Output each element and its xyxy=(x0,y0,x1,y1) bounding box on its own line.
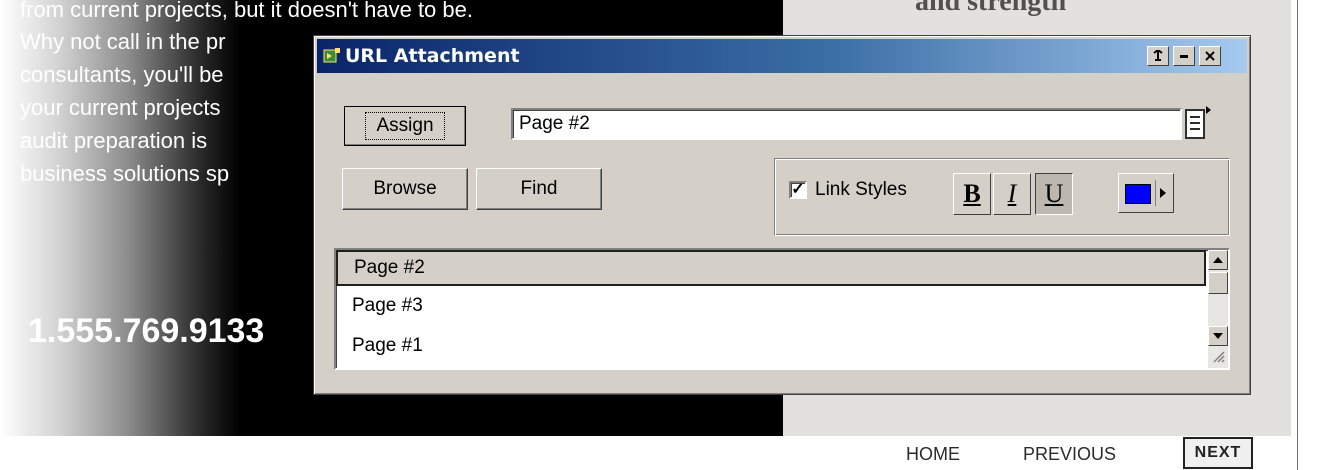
nav-previous-link[interactable]: PREVIOUS xyxy=(1023,444,1116,465)
minimize-button[interactable] xyxy=(1173,46,1195,66)
close-icon xyxy=(1205,51,1215,61)
list-item[interactable]: Page #2 xyxy=(336,250,1206,286)
triangle-right-icon xyxy=(1160,188,1166,198)
assign-button-label: Assign xyxy=(365,112,445,140)
page-list-icon[interactable] xyxy=(1184,102,1212,146)
italic-button[interactable]: I xyxy=(993,173,1031,215)
pin-icon xyxy=(1153,50,1163,61)
help-button[interactable] xyxy=(1147,46,1169,66)
dialog-titlebar[interactable]: URL Attachment xyxy=(317,39,1247,73)
link-color-button[interactable] xyxy=(1118,173,1174,213)
background-text-line: Why not call in the pr xyxy=(20,29,226,54)
color-swatch xyxy=(1125,184,1151,204)
url-list[interactable]: Page #2 Page #3 Page #1 xyxy=(334,248,1230,370)
arrow-up-icon xyxy=(1213,257,1223,263)
close-button[interactable] xyxy=(1199,46,1221,66)
background-heading: and strength xyxy=(915,0,1067,17)
window-edge xyxy=(1297,0,1298,470)
bold-button[interactable]: B xyxy=(953,173,991,215)
nav-home-link[interactable]: HOME xyxy=(906,444,960,465)
assign-button[interactable]: Assign xyxy=(344,106,466,146)
scroll-down-button[interactable] xyxy=(1208,326,1228,346)
link-styles-label: Link Styles xyxy=(815,179,907,200)
url-attachment-dialog: URL Attachment Assign Browse Find ✓ Link… xyxy=(313,35,1251,395)
nav-next-button[interactable]: NEXT xyxy=(1183,437,1253,469)
scroll-thumb[interactable] xyxy=(1208,272,1228,294)
background-text-line: consultants, you'll be xyxy=(20,62,224,87)
phone-number: 1.555.769.9133 xyxy=(28,312,265,350)
list-item[interactable]: Page #1 xyxy=(336,328,1206,364)
list-scrollbar[interactable] xyxy=(1208,250,1228,368)
color-dropdown-arrow[interactable] xyxy=(1155,180,1169,206)
app-icon xyxy=(323,48,340,63)
arrow-down-icon xyxy=(1213,333,1223,339)
background-text-line: your current projects xyxy=(20,95,221,120)
url-input[interactable] xyxy=(511,108,1182,140)
browse-button[interactable]: Browse xyxy=(342,168,468,210)
scroll-up-button[interactable] xyxy=(1208,250,1228,270)
minimize-icon xyxy=(1180,55,1188,58)
resize-grip-icon[interactable] xyxy=(1211,349,1225,363)
link-styles-checkbox[interactable]: ✓ xyxy=(789,181,807,199)
background-text-line: audit preparation is xyxy=(20,128,208,153)
list-item[interactable]: Page #3 xyxy=(336,288,1206,324)
underline-button[interactable]: U xyxy=(1035,173,1073,215)
link-styles-group: ✓ Link Styles B I U xyxy=(774,158,1230,236)
find-button[interactable]: Find xyxy=(476,168,602,210)
dialog-title: URL Attachment xyxy=(345,45,520,67)
background-text-line: from current projects, but it doesn't ha… xyxy=(20,0,473,22)
background-text-line: business solutions sp xyxy=(20,161,230,186)
